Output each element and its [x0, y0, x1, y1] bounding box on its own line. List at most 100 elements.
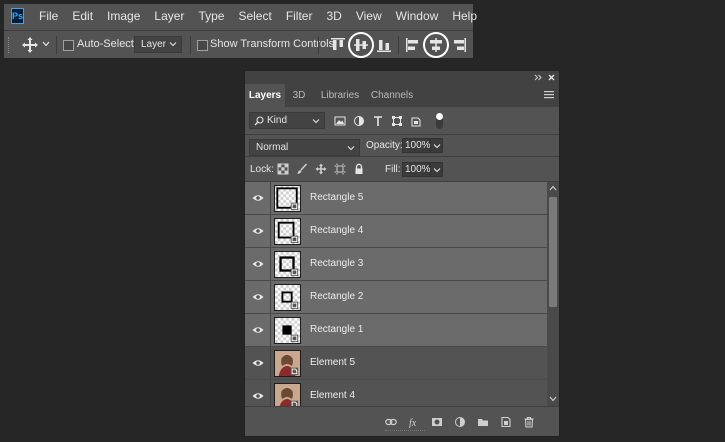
blend-opacity-row: Normal Opacity: 100%: [245, 135, 559, 157]
smart-object-filter-icon[interactable]: [410, 115, 422, 127]
chevron-down-icon: [169, 42, 177, 47]
visibility-eye-icon[interactable]: [252, 392, 264, 400]
tab-3d[interactable]: 3D: [285, 84, 313, 107]
layer-style-fx-icon[interactable]: fx: [408, 416, 420, 428]
menu-3d[interactable]: 3D: [319, 4, 348, 28]
fill-field[interactable]: 100%: [402, 162, 431, 177]
lock-fill-row: Lock: Fill: 100%: [245, 157, 559, 182]
layers-scrollbar[interactable]: [547, 182, 559, 406]
link-layers-icon[interactable]: [385, 416, 397, 428]
align-right-edges-icon[interactable]: [451, 37, 467, 53]
filter-toggle-knob: [436, 113, 443, 120]
separator: [398, 36, 399, 54]
menu-image[interactable]: Image: [100, 4, 147, 28]
divider: [270, 248, 271, 280]
new-group-folder-icon[interactable]: [477, 416, 489, 428]
lock-position-move-icon[interactable]: [315, 163, 327, 175]
fill-label: Fill:: [385, 164, 401, 175]
svg-text:fx: fx: [409, 418, 417, 428]
delete-layer-trash-icon[interactable]: [523, 416, 535, 428]
panel-title-bar[interactable]: [245, 71, 559, 84]
menu-filter[interactable]: Filter: [279, 4, 320, 28]
divider: [270, 314, 271, 346]
align-left-edges-icon[interactable]: [405, 37, 421, 53]
lock-label: Lock:: [250, 164, 274, 175]
layer-thumbnail-rectangle-5[interactable]: [274, 185, 301, 212]
align-top-edges-icon[interactable]: [330, 37, 346, 53]
lock-image-pixels-brush-icon[interactable]: [296, 163, 308, 175]
align-bottom-edges-icon[interactable]: [376, 37, 392, 53]
layers-panel-footer: fx: [245, 406, 559, 436]
close-panel-icon[interactable]: [548, 74, 555, 81]
new-adjustment-layer-icon[interactable]: [454, 416, 466, 428]
menu-layer[interactable]: Layer: [147, 4, 191, 28]
menu-select[interactable]: Select: [231, 4, 278, 28]
layer-name: Rectangle 2: [310, 291, 364, 302]
scroll-down-arrow-icon[interactable]: [549, 396, 557, 402]
visibility-eye-icon[interactable]: [252, 359, 264, 367]
filter-toggle-switch[interactable]: [436, 113, 443, 129]
auto-select-checkbox[interactable]: [63, 40, 74, 51]
chevron-down-icon: [312, 119, 320, 124]
layer-row-rectangle-3[interactable]: Rectangle 3: [245, 248, 547, 281]
visibility-eye-icon[interactable]: [252, 293, 264, 301]
visibility-eye-icon[interactable]: [252, 194, 264, 202]
layer-thumbnail-rectangle-2[interactable]: [274, 284, 301, 311]
panel-menu-icon[interactable]: [544, 90, 554, 99]
chevron-down-icon: [433, 168, 441, 173]
lock-transparent-pixels-icon[interactable]: [277, 163, 289, 175]
layer-thumbnail-rectangle-1[interactable]: [274, 317, 301, 344]
layer-row-element-5[interactable]: Element 5: [245, 347, 547, 380]
shape-layer-filter-icon[interactable]: [391, 115, 403, 127]
auto-select-target-dropdown[interactable]: Layer: [134, 36, 182, 53]
menu-window[interactable]: Window: [389, 4, 446, 28]
layer-thumbnail-rectangle-3[interactable]: [274, 251, 301, 278]
menu-type[interactable]: Type: [191, 4, 231, 28]
type-layer-filter-icon[interactable]: [372, 115, 384, 127]
blend-mode-value: Normal: [256, 142, 289, 153]
tab-layers[interactable]: Layers: [245, 84, 285, 107]
divider: [270, 281, 271, 313]
show-transform-controls-checkbox[interactable]: [197, 40, 208, 51]
scroll-up-arrow-icon[interactable]: [549, 185, 557, 191]
layer-thumbnail-element-4[interactable]: [274, 383, 301, 406]
layer-thumbnail-element-5[interactable]: [274, 350, 301, 377]
lock-artboard-icon[interactable]: [334, 163, 346, 175]
visibility-eye-icon[interactable]: [252, 260, 264, 268]
options-bar-grip[interactable]: [8, 37, 11, 53]
opacity-field[interactable]: 100%: [402, 138, 431, 153]
lock-all-padlock-icon[interactable]: [353, 163, 365, 175]
tool-preset-chevron-down-icon[interactable]: [41, 38, 51, 50]
layer-row-rectangle-5[interactable]: Rectangle 5: [245, 182, 547, 215]
filter-kind-dropdown[interactable]: Kind: [249, 112, 325, 129]
move-tool-icon[interactable]: [21, 36, 39, 54]
menu-file[interactable]: File: [32, 4, 65, 28]
scrollbar-thumb[interactable]: [549, 197, 557, 307]
tab-channels[interactable]: Channels: [367, 84, 417, 107]
visibility-eye-icon[interactable]: [252, 326, 264, 334]
options-bar: Auto-Select: Layer Show Transform Contro…: [4, 30, 473, 58]
search-icon: [254, 116, 264, 126]
menu-view[interactable]: View: [349, 4, 389, 28]
layer-row-rectangle-4[interactable]: Rectangle 4: [245, 215, 547, 248]
layer-row-rectangle-1[interactable]: Rectangle 1: [245, 314, 547, 347]
visibility-eye-icon[interactable]: [252, 227, 264, 235]
new-layer-icon[interactable]: [500, 416, 512, 428]
pixel-layer-filter-icon[interactable]: [334, 115, 346, 127]
layer-name: Element 4: [310, 390, 356, 401]
layer-thumbnail-rectangle-4[interactable]: [274, 218, 301, 245]
adjustment-layer-filter-icon[interactable]: [353, 115, 365, 127]
collapse-panel-icon[interactable]: [534, 74, 542, 81]
menu-help[interactable]: Help: [445, 4, 484, 28]
layer-row-rectangle-2[interactable]: Rectangle 2: [245, 281, 547, 314]
menu-edit[interactable]: Edit: [65, 4, 100, 28]
blend-mode-dropdown[interactable]: Normal: [249, 139, 360, 156]
add-layer-mask-icon[interactable]: [431, 416, 443, 428]
panel-resize-grip[interactable]: [385, 430, 425, 435]
fill-dropdown-button[interactable]: [430, 162, 443, 177]
show-transform-controls-label: Show Transform Controls: [210, 38, 335, 50]
opacity-dropdown-button[interactable]: [430, 138, 443, 153]
layer-row-element-4[interactable]: Element 4: [245, 380, 547, 406]
tab-libraries[interactable]: Libraries: [315, 84, 365, 107]
auto-select-target-value: Layer: [141, 39, 167, 50]
